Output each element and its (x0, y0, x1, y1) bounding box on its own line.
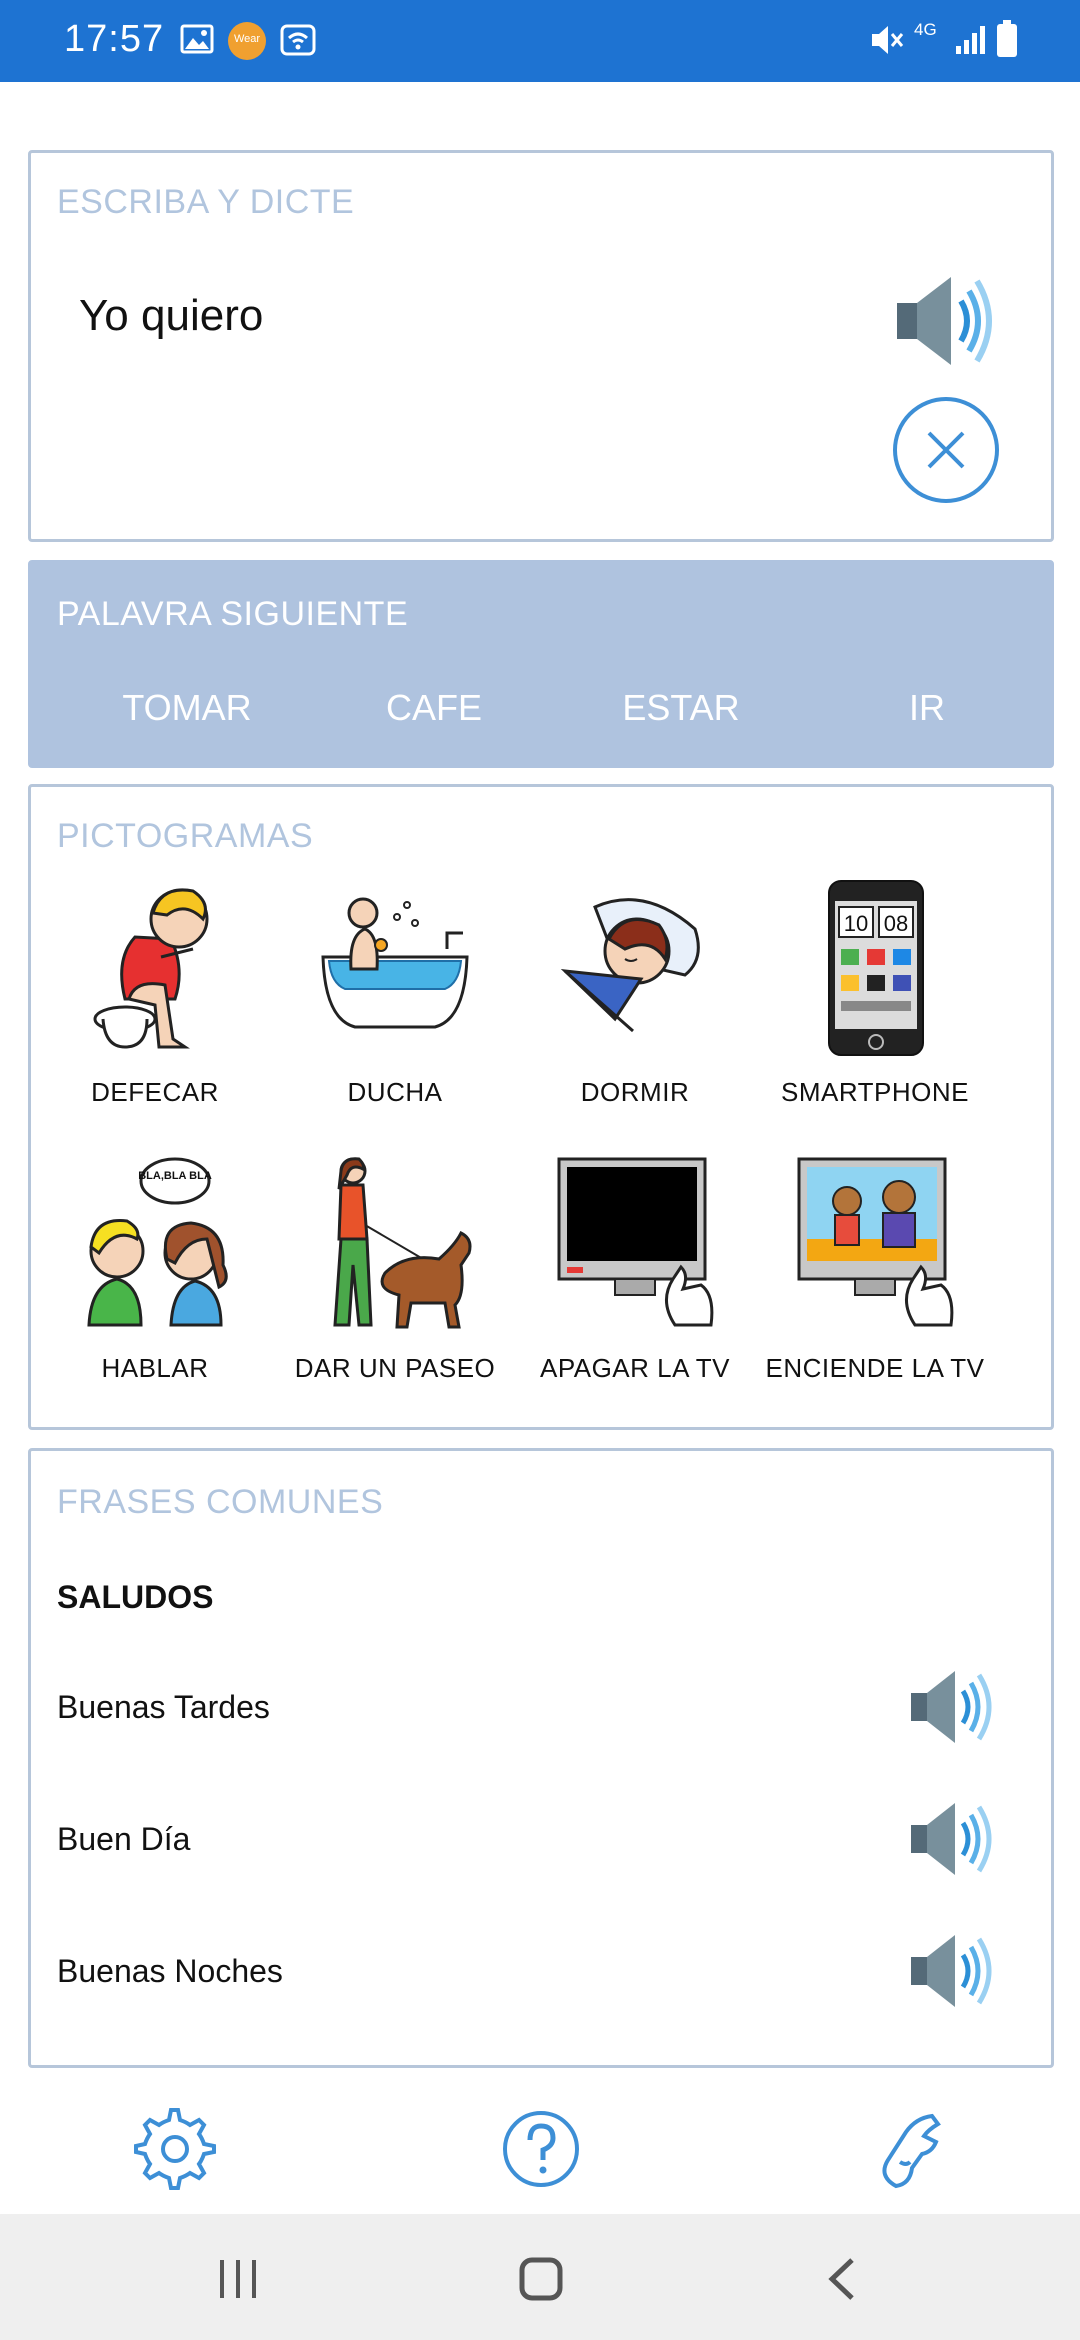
pictogram-enciende-la-tv[interactable]: ENCIENDE LA TV (755, 1155, 995, 1395)
bathtub-icon (321, 897, 469, 1029)
next-word-ir[interactable]: IR (837, 687, 1017, 729)
pictogram-hablar[interactable]: BLA,BLA BLA HABLAR (35, 1155, 275, 1395)
next-word-estar[interactable]: ESTAR (591, 687, 771, 729)
pictogram-label: DORMIR (580, 1077, 690, 1107)
dictate-card: ESCRIBA Y DICTE Yo quiero (28, 150, 1054, 625)
next-word-tomar[interactable]: TOMAR (97, 687, 277, 729)
clock-hours: 10 (844, 911, 868, 936)
pictogram-label: DUCHA (347, 1077, 443, 1107)
wear-icon: Wear (228, 22, 266, 60)
phrase-label: Buenas Noches (57, 1953, 283, 1989)
pictogram-dormir[interactable]: DORMIR (515, 879, 755, 1119)
speech-bubble-text: BLA,BLA BLA (138, 1170, 212, 1182)
speaker-icon[interactable] (895, 271, 1005, 371)
pictogram-label: DEFECAR (91, 1077, 219, 1107)
pictogram-label: DAR UN PASEO (294, 1353, 496, 1383)
pictogram-label: APAGAR LA TV (539, 1353, 730, 1383)
status-bar: 17:57 Wear 4G (0, 0, 1080, 82)
category-saludos: SALUDOS (57, 1579, 214, 1615)
phrases-card: FRASES COMUNES SALUDOS Buenas Tardes Bue… (28, 1448, 1054, 2068)
sign-language-icon[interactable] (866, 2106, 952, 2192)
status-time: 17:57 (64, 18, 165, 60)
next-word-cafe[interactable]: CAFE (344, 687, 524, 729)
dog-walk-icon (333, 1157, 472, 1329)
settings-icon[interactable] (132, 2106, 218, 2192)
home-icon[interactable] (516, 2254, 566, 2304)
next-word-card: PALAVRA SIGUIENTE TOMAR CAFE ESTAR IR (28, 560, 1054, 768)
toilet-person-icon (93, 888, 209, 1049)
pictograms-card: PICTOGRAMAS DEFECAR DUCHA DORMIR 10 08 S… (28, 784, 1054, 1430)
speaker-icon[interactable] (909, 1665, 1001, 1749)
pictograms-title: PICTOGRAMAS (57, 817, 314, 855)
clock-minutes: 08 (884, 911, 908, 936)
wear-badge-label: Wear (233, 33, 261, 45)
phrase-display: Yo quiero (79, 291, 264, 340)
pictogram-smartphone[interactable]: 10 08 SMARTPHONE (755, 879, 995, 1119)
recent-apps-icon[interactable] (214, 2254, 264, 2304)
tv-off-icon (557, 1157, 714, 1327)
smartphone-icon: 10 08 (828, 880, 924, 1056)
talk-icon: BLA,BLA BLA (87, 1157, 228, 1327)
speaker-icon[interactable] (909, 1797, 1001, 1881)
network-type: 4G (914, 20, 937, 39)
battery-icon (997, 20, 1017, 57)
phrase-row[interactable]: Buen Día (31, 1787, 1051, 1897)
phrases-title: FRASES COMUNES (57, 1483, 384, 1521)
system-nav-bar (0, 2214, 1080, 2340)
mute-icon (872, 26, 904, 54)
gallery-icon (180, 24, 214, 54)
back-icon[interactable] (818, 2254, 868, 2304)
wifi-calling-icon (280, 24, 316, 56)
pictogram-apagar-la-tv[interactable]: APAGAR LA TV (515, 1155, 755, 1395)
signal-icon (956, 26, 985, 54)
pictogram-label: HABLAR (101, 1353, 209, 1383)
next-word-title: PALAVRA SIGUIENTE (57, 595, 409, 633)
clear-button[interactable] (893, 397, 999, 503)
pictogram-dar-un-paseo[interactable]: DAR UN PASEO (275, 1155, 515, 1395)
sleep-icon (560, 898, 700, 1033)
help-icon[interactable] (498, 2106, 584, 2192)
close-icon (927, 431, 965, 469)
phrase-row[interactable]: Buenas Tardes (31, 1655, 1051, 1765)
phrase-label: Buenas Tardes (57, 1689, 270, 1725)
speaker-icon[interactable] (909, 1929, 1001, 2013)
phrase-label: Buen Día (57, 1821, 191, 1857)
pictogram-defecar[interactable]: DEFECAR (35, 879, 275, 1119)
pictogram-label: ENCIENDE LA TV (765, 1353, 985, 1383)
tv-on-icon (797, 1157, 954, 1327)
pictogram-ducha[interactable]: DUCHA (275, 879, 515, 1119)
phrase-row[interactable]: Buenas Noches (31, 1919, 1051, 2029)
dictate-title: ESCRIBA Y DICTE (57, 183, 355, 221)
pictogram-label: SMARTPHONE (781, 1077, 969, 1107)
